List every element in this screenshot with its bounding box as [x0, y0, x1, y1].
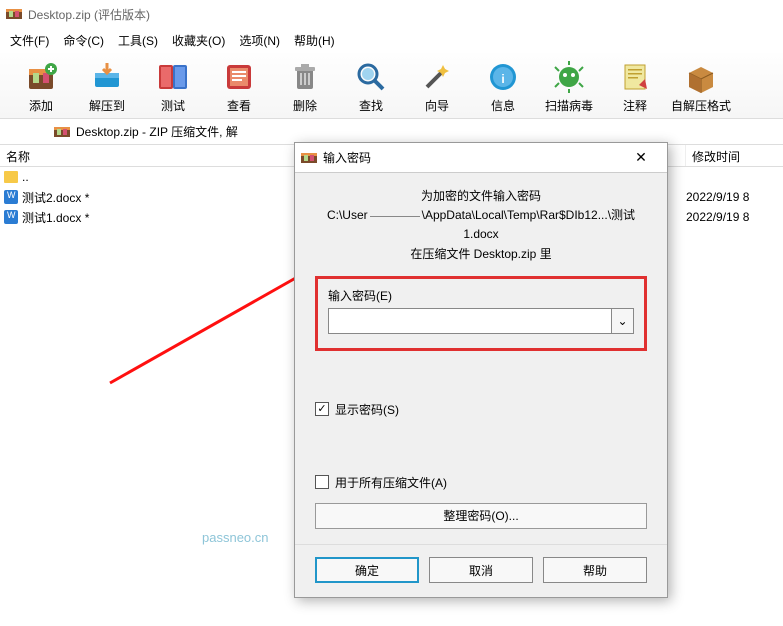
tool-view[interactable]: 查看: [206, 57, 272, 116]
password-input[interactable]: [328, 308, 612, 334]
docx-icon: [4, 190, 18, 204]
password-label: 输入密码(E): [328, 287, 634, 304]
checkbox-checked-icon[interactable]: [315, 402, 329, 416]
dialog-title: 输入密码: [323, 149, 615, 166]
dialog-titlebar: 输入密码 ✕: [295, 143, 667, 173]
tool-add-label: 添加: [29, 97, 53, 114]
view-icon: [221, 59, 257, 95]
tool-extract[interactable]: 解压到: [74, 57, 140, 116]
use-all-label: 用于所有压缩文件(A): [335, 474, 447, 491]
file-time: 2022/9/19 8: [686, 190, 779, 204]
tool-comment-label: 注释: [623, 97, 647, 114]
show-password-row[interactable]: 显示密码(S): [315, 401, 647, 418]
tool-delete-label: 删除: [293, 97, 317, 114]
password-dropdown[interactable]: ⌄: [612, 308, 634, 334]
tool-add[interactable]: 添加: [8, 57, 74, 116]
wand-icon: [419, 59, 455, 95]
tool-scan[interactable]: 扫描病毒: [536, 57, 602, 116]
file-name: 测试2.docx *: [22, 189, 89, 206]
box-icon: [683, 59, 719, 95]
menu-command[interactable]: 命令(C): [63, 32, 104, 49]
tool-wizard-label: 向导: [425, 97, 449, 114]
info-icon: i: [485, 59, 521, 95]
tool-test[interactable]: 测试: [140, 57, 206, 116]
tool-find[interactable]: 查找: [338, 57, 404, 116]
toolbar: 添加 解压到 测试 查看 删除 查找 向导 i 信息 扫描病毒 注释 自解压格式: [0, 53, 783, 119]
tool-sfx[interactable]: 自解压格式: [668, 57, 734, 116]
app-icon: [6, 6, 22, 22]
docx-icon: [4, 210, 18, 224]
cancel-button[interactable]: 取消: [429, 557, 533, 583]
hint-line: 在压缩文件 Desktop.zip 里: [315, 245, 647, 264]
file-name: 测试1.docx *: [22, 209, 89, 226]
ok-button[interactable]: 确定: [315, 557, 419, 583]
menu-tools[interactable]: 工具(S): [118, 32, 158, 49]
note-icon: [617, 59, 653, 95]
svg-text:i: i: [501, 72, 504, 86]
tool-info-label: 信息: [491, 97, 515, 114]
archive-icon: [54, 124, 70, 140]
tool-comment[interactable]: 注释: [602, 57, 668, 116]
tool-wizard[interactable]: 向导: [404, 57, 470, 116]
path-text[interactable]: Desktop.zip - ZIP 压缩文件, 解: [76, 123, 238, 140]
tool-view-label: 查看: [227, 97, 251, 114]
organize-passwords-button[interactable]: 整理密码(O)...: [315, 503, 647, 529]
tool-info[interactable]: i 信息: [470, 57, 536, 116]
close-button[interactable]: ✕: [621, 149, 661, 166]
menu-help[interactable]: 帮助(H): [294, 32, 335, 49]
titlebar: Desktop.zip (评估版本): [0, 0, 783, 28]
dialog-hint: 为加密的文件输入密码 C:\User\AppData\Local\Temp\Ra…: [315, 187, 647, 264]
tool-sfx-label: 自解压格式: [671, 97, 731, 114]
checkbox-icon[interactable]: [315, 475, 329, 489]
menu-favorites[interactable]: 收藏夹(O): [172, 32, 225, 49]
window-title: Desktop.zip (评估版本): [28, 6, 150, 23]
help-button[interactable]: 帮助: [543, 557, 647, 583]
test-icon: [155, 59, 191, 95]
tool-delete[interactable]: 删除: [272, 57, 338, 116]
file-time: 2022/9/19 8: [686, 210, 779, 224]
menu-file[interactable]: 文件(F): [10, 32, 49, 49]
hint-line: C:\User\AppData\Local\Temp\Rar$DIb12...\…: [315, 206, 647, 244]
extract-icon: [89, 59, 125, 95]
menu-options[interactable]: 选项(N): [239, 32, 280, 49]
virus-icon: [551, 59, 587, 95]
search-icon: [353, 59, 389, 95]
tool-extract-label: 解压到: [89, 97, 125, 114]
highlight-box: 输入密码(E) ⌄: [315, 276, 647, 351]
watermark: passneo.cn: [202, 530, 269, 545]
tool-find-label: 查找: [359, 97, 383, 114]
folder-icon: [4, 171, 18, 183]
menubar: 文件(F) 命令(C) 工具(S) 收藏夹(O) 选项(N) 帮助(H): [0, 28, 783, 53]
trash-icon: [287, 59, 323, 95]
dialog-icon: [301, 150, 317, 166]
password-dialog: 输入密码 ✕ 为加密的文件输入密码 C:\User\AppData\Local\…: [294, 142, 668, 598]
up-label: ..: [22, 170, 29, 184]
tool-scan-label: 扫描病毒: [545, 97, 593, 114]
tool-test-label: 测试: [161, 97, 185, 114]
chevron-down-icon: ⌄: [617, 314, 627, 328]
use-all-row[interactable]: 用于所有压缩文件(A): [315, 474, 647, 491]
show-password-label: 显示密码(S): [335, 401, 399, 418]
hint-line: 为加密的文件输入密码: [315, 187, 647, 206]
column-time[interactable]: 修改时间: [686, 145, 783, 166]
archive-add-icon: [23, 59, 59, 95]
